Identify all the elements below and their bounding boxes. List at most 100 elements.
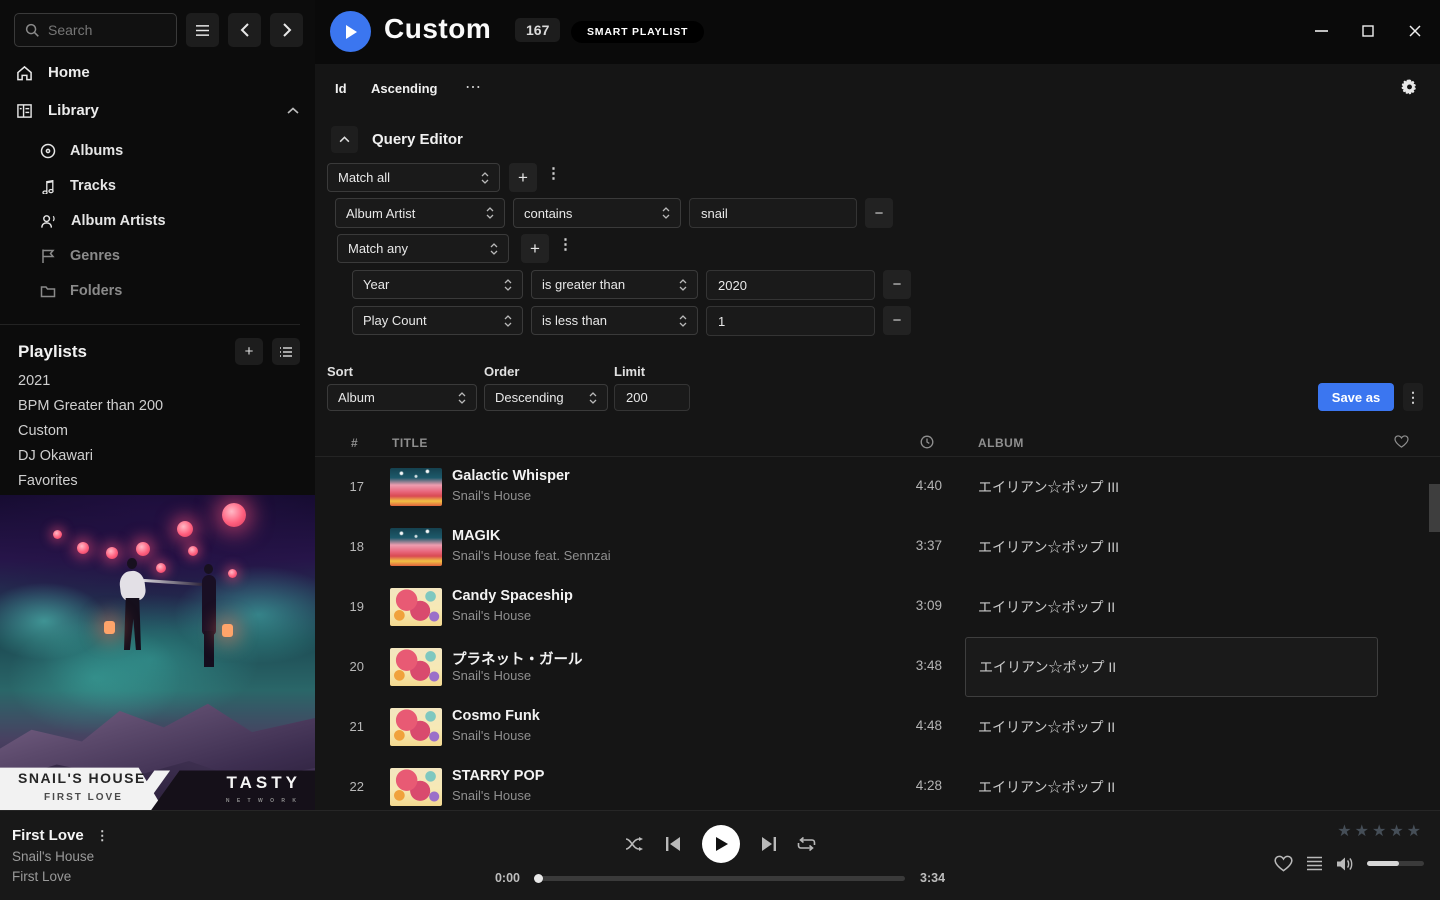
add-rule-button[interactable]: + [509, 163, 537, 192]
sidebar-item-home[interactable]: Home [16, 64, 299, 81]
playlist-item[interactable]: DJ Okawari [18, 448, 93, 464]
playlist-item[interactable]: BPM Greater than 200 [18, 398, 163, 414]
search-input[interactable] [48, 22, 158, 38]
track-row[interactable]: 22 STARRY POP Snail's House 4:28 エイリアン☆ポ… [315, 757, 1440, 810]
rule-field-select[interactable]: Album Artist [335, 198, 505, 228]
sidebar-item-album-artists[interactable]: Album Artists [40, 213, 166, 229]
volume-slider[interactable] [1367, 861, 1424, 866]
play-pause-button[interactable] [702, 825, 740, 863]
rule-operator-select[interactable]: is less than [531, 306, 698, 335]
order-select[interactable]: Descending [484, 384, 608, 411]
rule-value-input[interactable] [706, 306, 875, 336]
remove-rule-button[interactable]: − [865, 198, 893, 228]
search-box[interactable] [14, 13, 177, 47]
playlist-item[interactable]: Custom [18, 423, 68, 439]
add-group-rule-button[interactable]: + [521, 234, 549, 263]
artist-icon [40, 213, 57, 229]
track-duration: 3:37 [880, 538, 942, 553]
track-number: 17 [340, 479, 364, 494]
track-album-focused[interactable]: エイリアン☆ポップ II [965, 637, 1378, 697]
playlist-item[interactable]: 2021 [18, 373, 50, 389]
track-row[interactable]: 20 プラネット・ガール Snail's House 3:48 エイリアン☆ポッ… [315, 637, 1440, 697]
remove-rule-button[interactable]: − [883, 306, 911, 335]
chevron-up-icon [339, 136, 350, 143]
sidebar-item-folders[interactable]: Folders [40, 283, 122, 299]
rating-stars[interactable]: ★★★★★ [1337, 821, 1424, 841]
select-updown-icon [679, 279, 687, 291]
root-match-select[interactable]: Match all [327, 163, 500, 192]
nav-back-button[interactable] [228, 13, 261, 47]
progress-thumb[interactable] [534, 874, 543, 883]
playlist-list-button[interactable] [272, 338, 300, 365]
select-updown-icon [589, 392, 597, 404]
more-options-button[interactable]: ⋯ [465, 77, 481, 97]
rule-field-select[interactable]: Play Count [352, 306, 523, 335]
sort-direction-control[interactable]: Ascending [371, 81, 437, 96]
rule-operator-select[interactable]: contains [513, 198, 681, 228]
queue-icon[interactable] [1306, 856, 1323, 871]
group-options-button[interactable]: ⋮ [546, 164, 561, 182]
progress-bar[interactable] [535, 876, 905, 881]
flag-icon [40, 248, 56, 264]
select-updown-icon [486, 207, 494, 219]
gear-icon[interactable] [1401, 79, 1418, 96]
now-playing-album-art: SNAIL'S HOUSE FIRST LOVE TASTY N E T W O… [0, 495, 315, 810]
track-album[interactable]: エイリアン☆ポップ III [965, 457, 1378, 517]
track-artist: Snail's House [452, 728, 531, 743]
sidebar-item-library[interactable]: Library [16, 102, 299, 119]
sort-select[interactable]: Album [327, 384, 477, 411]
rule-operator-select[interactable]: is greater than [531, 270, 698, 299]
save-options-button[interactable]: ⋮ [1403, 383, 1423, 411]
limit-input[interactable] [614, 384, 690, 411]
playlist-play-button[interactable] [330, 11, 371, 52]
track-number: 19 [340, 599, 364, 614]
previous-button[interactable] [666, 837, 681, 851]
track-album[interactable]: エイリアン☆ポップ II [965, 697, 1378, 757]
rule-value-input[interactable] [706, 270, 875, 300]
favorite-heart-icon[interactable] [1274, 855, 1293, 872]
menu-button[interactable] [186, 13, 219, 47]
window-minimize-button[interactable] [1308, 18, 1334, 44]
chevron-up-icon [287, 107, 299, 115]
repeat-button[interactable] [797, 836, 816, 852]
track-artist: Snail's House [452, 788, 531, 803]
chevron-left-icon [240, 23, 250, 37]
select-updown-icon [504, 315, 512, 327]
window-close-button[interactable] [1402, 18, 1428, 44]
next-button[interactable] [761, 837, 776, 851]
track-album[interactable]: エイリアン☆ポップ III [965, 517, 1378, 577]
track-row[interactable]: 19 Candy Spaceship Snail's House 3:09 エイ… [315, 577, 1440, 637]
shuffle-button[interactable] [625, 836, 645, 852]
track-number: 22 [340, 779, 364, 794]
divider [0, 324, 300, 325]
sidebar-item-label: Tracks [70, 178, 116, 194]
list-icon [279, 346, 293, 358]
rule-value-input[interactable] [689, 198, 857, 228]
nav-forward-button[interactable] [270, 13, 303, 47]
sidebar-item-genres[interactable]: Genres [40, 248, 120, 264]
sort-field-control[interactable]: Id [335, 81, 347, 96]
sidebar-item-label: Library [48, 102, 99, 119]
group-match-select[interactable]: Match any [337, 234, 509, 263]
track-album[interactable]: エイリアン☆ポップ II [965, 577, 1378, 637]
window-maximize-button[interactable] [1355, 18, 1381, 44]
sidebar-item-albums[interactable]: Albums [40, 143, 123, 159]
remove-rule-button[interactable]: − [883, 270, 911, 299]
query-editor-collapse-button[interactable] [331, 126, 358, 153]
track-row[interactable]: 17 Galactic Whisper Snail's House 4:40 エ… [315, 457, 1440, 517]
track-row[interactable]: 18 MAGIK Snail's House feat. Sennzai 3:3… [315, 517, 1440, 577]
save-as-button[interactable]: Save as [1318, 383, 1394, 411]
track-album[interactable]: エイリアン☆ポップ II [965, 757, 1378, 810]
add-playlist-button[interactable]: + [235, 338, 263, 365]
scrollbar-thumb[interactable] [1429, 484, 1440, 532]
play-icon [712, 836, 729, 852]
playlist-item[interactable]: Favorites [18, 473, 78, 489]
volume-icon[interactable] [1336, 856, 1354, 872]
rule-field-select[interactable]: Year [352, 270, 523, 299]
group-options-button[interactable]: ⋮ [558, 235, 573, 253]
track-list: 17 Galactic Whisper Snail's House 4:40 エ… [315, 457, 1440, 810]
track-title: プラネット・ガール [452, 648, 583, 669]
track-row[interactable]: 21 Cosmo Funk Snail's House 4:48 エイリアン☆ポ… [315, 697, 1440, 757]
home-icon [16, 65, 33, 81]
sidebar-item-tracks[interactable]: Tracks [40, 178, 116, 194]
